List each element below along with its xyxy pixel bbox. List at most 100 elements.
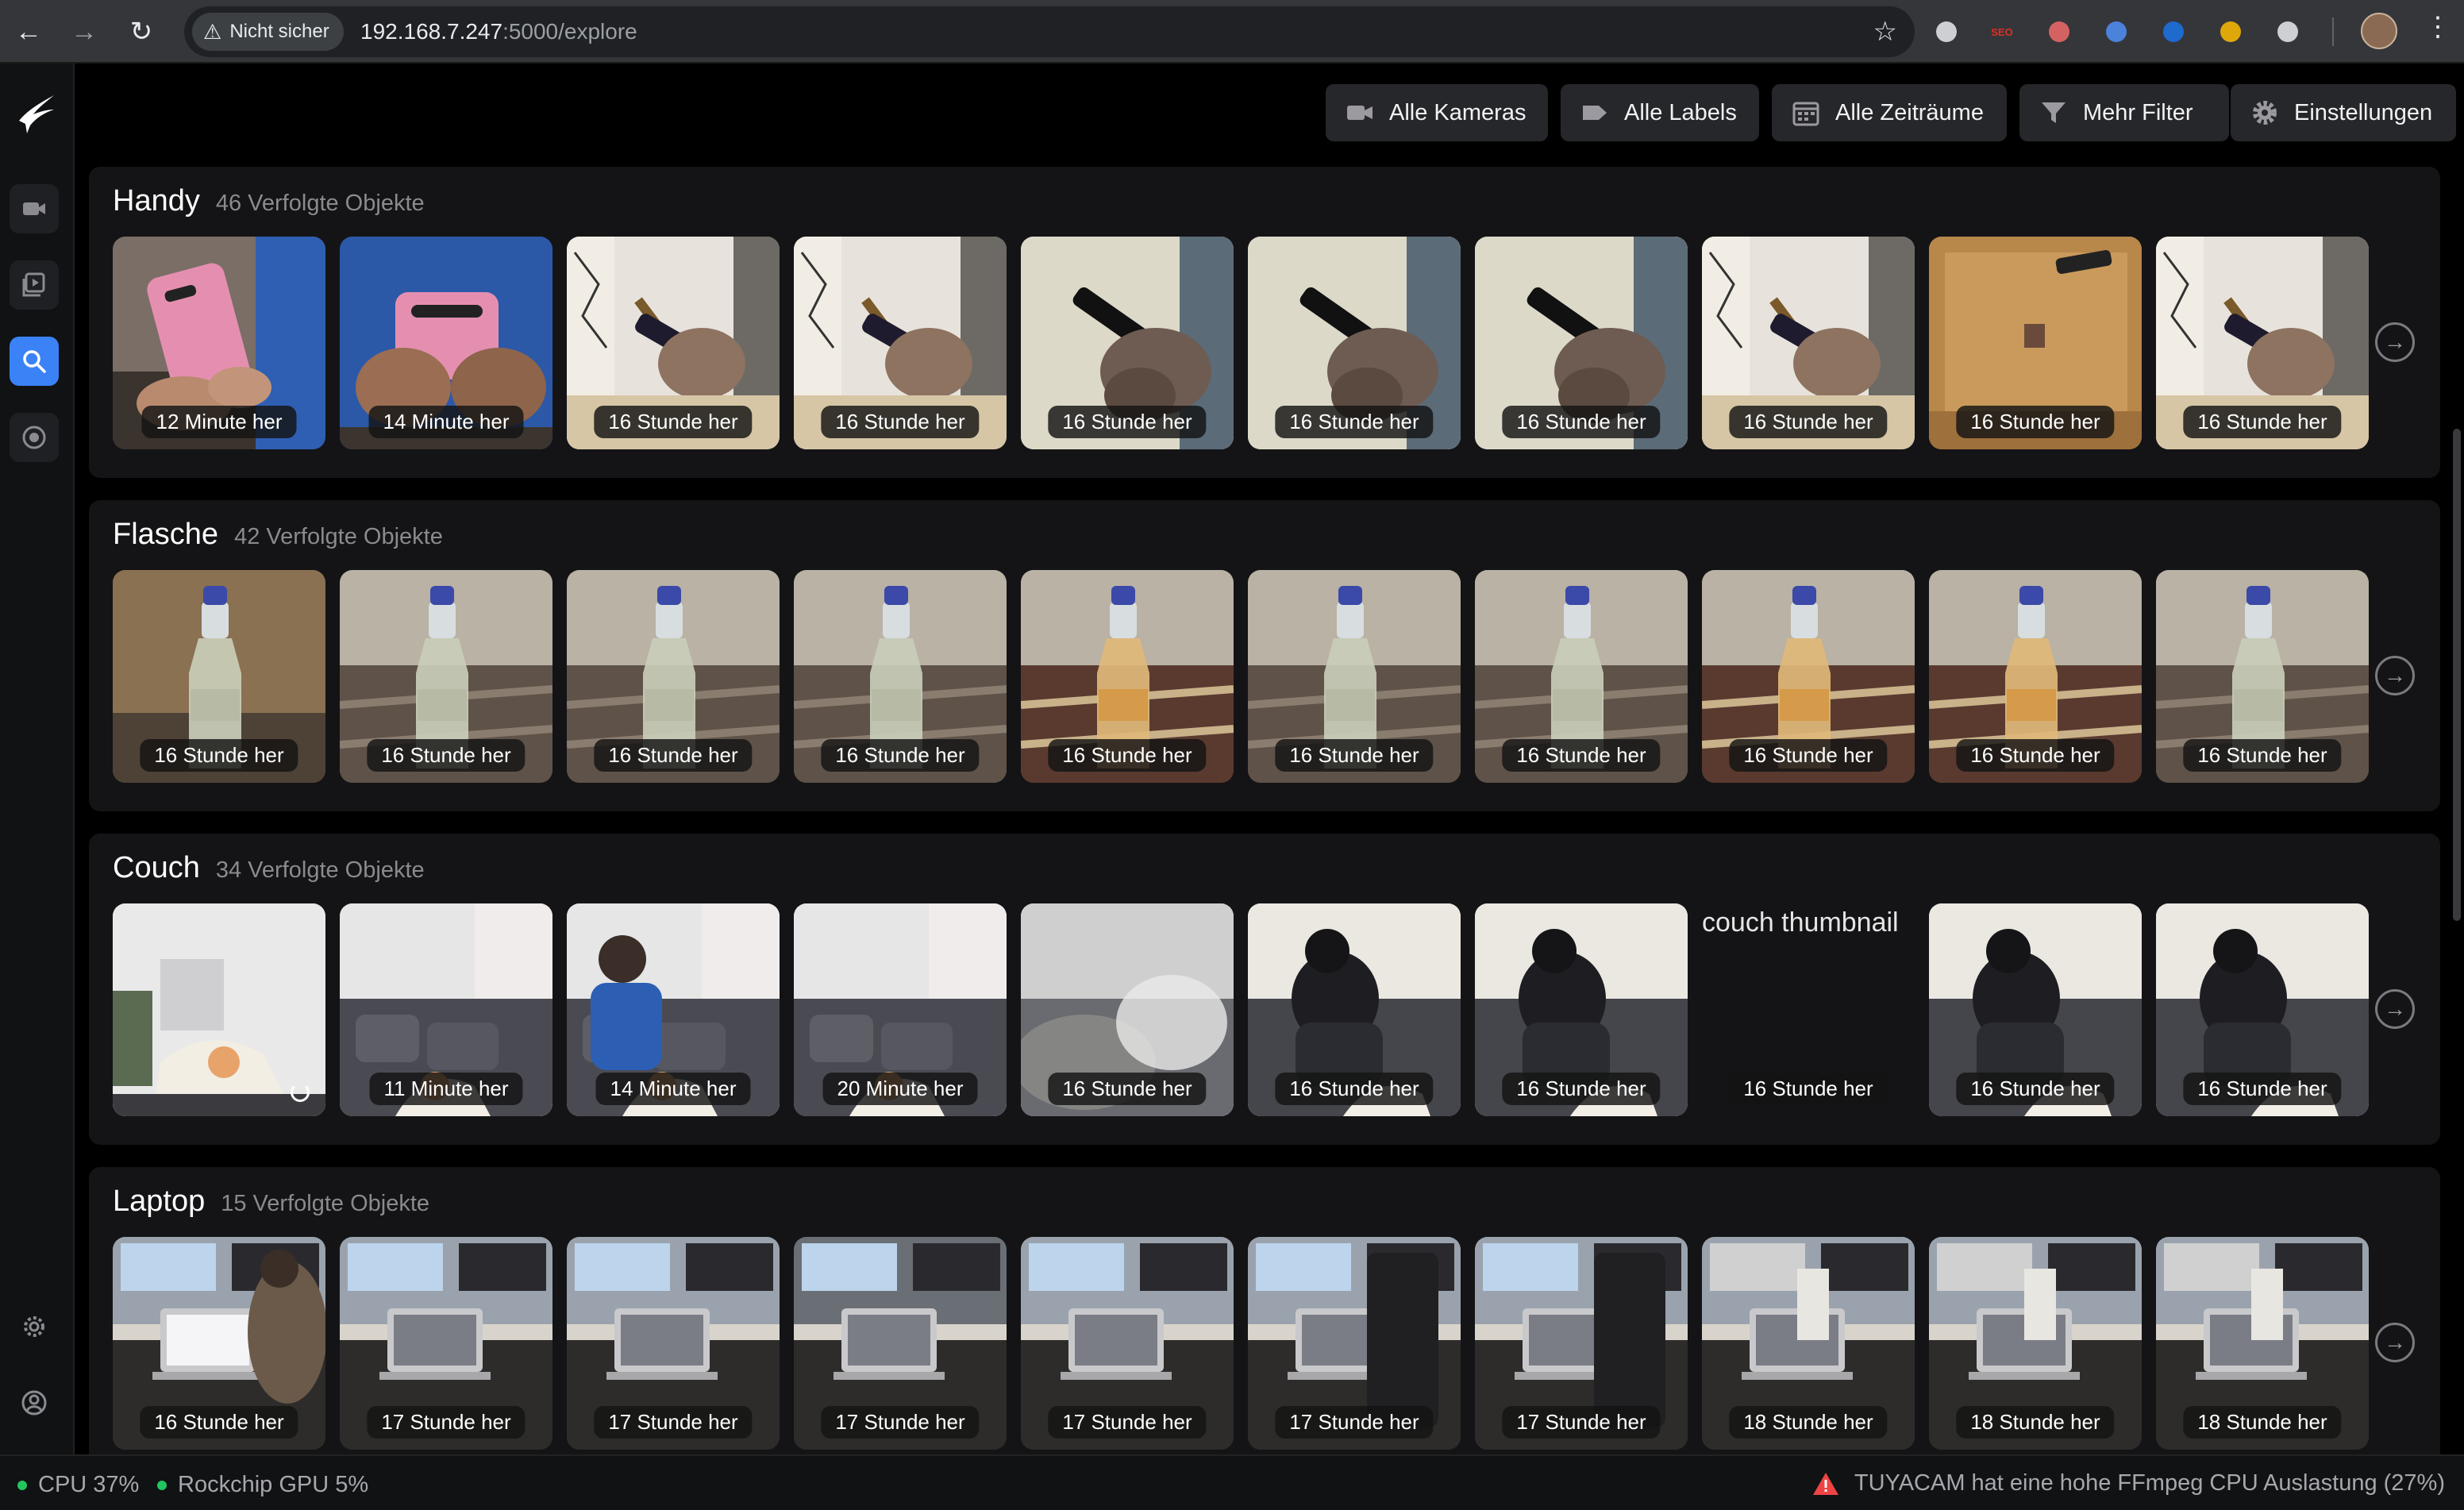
sidebar-item-review[interactable]	[10, 260, 59, 310]
tracked-object-thumbnail[interactable]: 18 Stunde her	[2156, 1237, 2369, 1450]
seo-extension-icon[interactable]: SEO	[1986, 16, 2018, 48]
time-ago-badge: 16 Stunde her	[1275, 1073, 1434, 1105]
time-ago-badge: 16 Stunde her	[140, 1406, 298, 1439]
sidebar-settings[interactable]	[10, 1302, 59, 1351]
tracked-object-thumbnail[interactable]: 17 Stunde her	[794, 1237, 1007, 1450]
time-ago-badge: 16 Stunde her	[1956, 1073, 2115, 1105]
tracked-object-thumbnail[interactable]: 16 Stunde her	[1702, 237, 1915, 449]
tracked-object-thumbnail[interactable]: 16 Stunde her	[1929, 237, 2142, 449]
time-ago-badge: 18 Stunde her	[1729, 1406, 1888, 1439]
tracked-object-thumbnail[interactable]: 16 Stunde her	[1475, 570, 1688, 783]
app-sidebar	[0, 64, 75, 1454]
tracked-object-thumbnail[interactable]: 16 Stunde her	[113, 570, 325, 783]
tracked-object-thumbnail[interactable]: 16 Stunde her	[567, 237, 780, 449]
cpu-stat: CPU 37%	[17, 1472, 139, 1498]
tracked-object-thumbnail[interactable]	[113, 903, 325, 1116]
broken-image-alt-text: couch thumbnail	[1702, 907, 1899, 938]
tracked-object-thumbnail[interactable]: 16 Stunde her	[1929, 570, 2142, 783]
tracked-object-thumbnail[interactable]: 14 Minute her	[340, 237, 552, 449]
tracked-object-thumbnail[interactable]: 16 Stunde her	[1248, 903, 1461, 1116]
time-ago-badge: 16 Stunde her	[1956, 739, 2115, 772]
time-ago-badge: 16 Stunde her	[2183, 739, 2342, 772]
bookmark-star-icon[interactable]: ☆	[1873, 16, 1897, 48]
tracked-object-thumbnail[interactable]: 16 Stunde her	[1021, 903, 1234, 1116]
filter-timeframes-button[interactable]: Alle Zeiträume	[1772, 84, 2007, 141]
next-arrow-icon[interactable]: →	[2375, 656, 2415, 695]
record-icon	[22, 426, 46, 449]
tracked-object-thumbnail[interactable]: 18 Stunde her	[1929, 1237, 2142, 1450]
tracked-object-thumbnail[interactable]: 17 Stunde her	[1248, 1237, 1461, 1450]
tracked-object-thumbnail[interactable]: 17 Stunde her	[1021, 1237, 1234, 1450]
download-extension-icon[interactable]	[2158, 16, 2189, 48]
tracked-object-thumbnail[interactable]: 14 Minute her	[567, 903, 780, 1116]
tracked-object-thumbnail[interactable]: 18 Stunde her	[1702, 1237, 1915, 1450]
puzzle-blue-extension-icon[interactable]	[2100, 16, 2132, 48]
frigate-logo-icon[interactable]	[14, 87, 59, 138]
url-text[interactable]: 192.168.7.247:5000/explore	[360, 19, 637, 44]
tracked-object-thumbnail[interactable]: 17 Stunde her	[567, 1237, 780, 1450]
extensions-icon[interactable]	[2272, 16, 2304, 48]
tracked-object-thumbnail[interactable]: 16 Stunde her	[2156, 903, 2369, 1116]
tracked-object-thumbnail[interactable]: 16 Stunde her	[1021, 237, 1234, 449]
next-arrow-icon[interactable]: →	[2375, 322, 2415, 362]
ffmpeg-alert[interactable]: TUYACAM hat eine hohe FFmpeg CPU Auslast…	[1811, 1470, 2445, 1497]
next-arrow-icon[interactable]: →	[2375, 1323, 2415, 1362]
tracked-object-thumbnail[interactable]: 20 Minute her	[794, 903, 1007, 1116]
filter-labels-button[interactable]: Alle Labels	[1561, 84, 1759, 141]
time-ago-badge: 17 Stunde her	[1502, 1406, 1661, 1439]
time-ago-badge: 16 Stunde her	[1729, 1073, 1888, 1105]
tracked-object-thumbnail[interactable]: 16 Stunde her	[794, 237, 1007, 449]
tracked-object-thumbnail[interactable]: 16 Stunde her	[2156, 570, 2369, 783]
tag-icon	[1583, 106, 1607, 120]
settings-button[interactable]: Einstellungen	[2231, 84, 2456, 141]
tracked-object-thumbnail[interactable]: 16 Stunde her	[1248, 237, 1461, 449]
loading-spinner-icon	[291, 1083, 310, 1102]
tracked-object-thumbnail[interactable]: 16 Stunde her	[1702, 570, 1915, 783]
tracked-object-thumbnail[interactable]: 11 Minute her	[340, 903, 552, 1116]
time-ago-badge: 16 Stunde her	[1502, 1073, 1661, 1105]
profile-avatar[interactable]	[2361, 13, 2397, 49]
back-icon[interactable]: ←	[11, 14, 46, 49]
gpu-stat: Rockchip GPU 5%	[157, 1472, 368, 1498]
time-ago-badge: 12 Minute her	[141, 406, 297, 438]
tracked-object-thumbnail[interactable]: 16 Stunde her	[340, 570, 552, 783]
page-scrollbar[interactable]	[2453, 429, 2461, 921]
time-ago-badge: 17 Stunde her	[1048, 1406, 1207, 1439]
tracked-object-thumbnail[interactable]: 16 Stunde her	[1475, 237, 1688, 449]
forward-icon[interactable]: →	[67, 14, 102, 49]
time-ago-badge: 16 Stunde her	[140, 739, 298, 772]
time-ago-badge: 16 Stunde her	[1729, 739, 1888, 772]
asana-extension-icon[interactable]	[2043, 16, 2075, 48]
tracked-object-thumbnail[interactable]: 16 Stunde her	[1929, 903, 2142, 1116]
security-indicator[interactable]: ⚠ Nicht sicher	[192, 13, 344, 51]
time-ago-badge: 16 Stunde her	[1956, 406, 2115, 438]
user-circle-icon	[21, 1390, 47, 1416]
tracked-object-thumbnail[interactable]: 16 Stunde her	[794, 570, 1007, 783]
reload-icon[interactable]: ↻	[124, 14, 159, 49]
globe-extension-icon[interactable]	[1931, 16, 1962, 48]
tracked-object-thumbnail[interactable]: 16 Stunde her	[113, 1237, 325, 1450]
tracked-object-thumbnail[interactable]: 16 Stunde her	[1021, 570, 1234, 783]
sidebar-item-recordings[interactable]	[10, 413, 59, 462]
tracked-object-thumbnail[interactable]: 16 Stunde her	[1475, 903, 1688, 1116]
sidebar-item-explore[interactable]	[10, 337, 59, 386]
browser-menu-icon[interactable]: ⋮	[2424, 11, 2451, 43]
tracked-object-thumbnail[interactable]: 17 Stunde her	[1475, 1237, 1688, 1450]
sidebar-item-live[interactable]	[10, 184, 59, 233]
section-title: Flasche 42 Verfolgte Objekte	[113, 518, 443, 551]
time-ago-badge: 17 Stunde her	[1275, 1406, 1434, 1439]
tracked-object-thumbnail[interactable]: 16 Stunde her	[567, 570, 780, 783]
tracked-object-thumbnail[interactable]: 16 Stunde her	[1248, 570, 1461, 783]
next-arrow-icon[interactable]: →	[2375, 989, 2415, 1029]
tracked-object-thumbnail[interactable]: 17 Stunde her	[340, 1237, 552, 1450]
tracked-object-thumbnail[interactable]: 12 Minute her	[113, 237, 325, 449]
sidebar-account[interactable]	[10, 1378, 59, 1427]
filter-cameras-button[interactable]: Alle Kameras	[1326, 84, 1548, 141]
time-ago-badge: 16 Stunde her	[1048, 406, 1207, 438]
address-bar[interactable]: ⚠ Nicht sicher 192.168.7.247:5000/explor…	[184, 6, 1915, 57]
tracked-object-thumbnail[interactable]: 16 Stunde her	[2156, 237, 2369, 449]
filter-more-button[interactable]: Mehr Filter	[2019, 84, 2229, 141]
tracked-object-thumbnail[interactable]: couch thumbnail 16 Stunde her	[1702, 903, 1915, 1116]
time-ago-badge: 16 Stunde her	[1275, 739, 1434, 772]
color-wheel-extension-icon[interactable]	[2215, 16, 2246, 48]
